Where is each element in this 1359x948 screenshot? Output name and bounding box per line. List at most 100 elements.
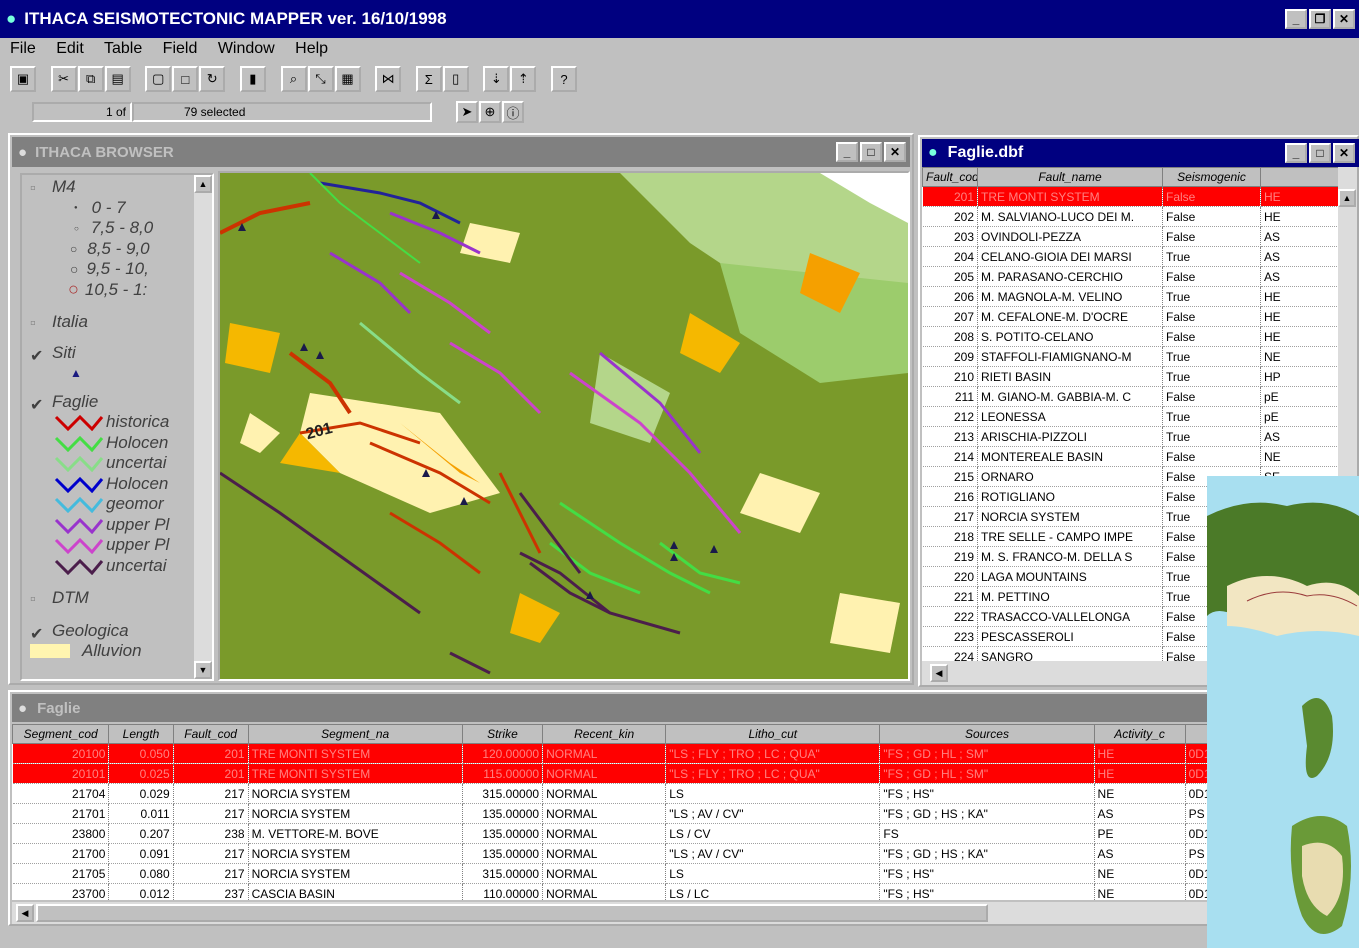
- faglie-col-header[interactable]: Activity_c: [1093, 724, 1186, 744]
- layer-italia[interactable]: ▫ Italia: [30, 312, 212, 333]
- info-icon[interactable]: ⓘ: [502, 101, 524, 123]
- dbf-row[interactable]: 204 CELANO-GIOIA DEI MARSI True AS: [922, 246, 1338, 267]
- layer-dtm[interactable]: ▫ DTM: [30, 588, 212, 609]
- join-icon[interactable]: ⋈: [375, 66, 402, 92]
- faglie-row[interactable]: 23700 0.012 237 CASCIA BASIN 110.00000 NORMAL…: [12, 883, 1218, 900]
- sort-desc-icon[interactable]: ⇡: [510, 66, 537, 92]
- faglie-col-header[interactable]: Recent_kin: [542, 724, 667, 744]
- dbf-row[interactable]: 214 MONTEREALE BASIN False NE: [922, 446, 1338, 467]
- faglie-row[interactable]: 21705 0.080 217 NORCIA SYSTEM 315.00000 NORMA…: [12, 863, 1218, 884]
- layer-checkbox-off[interactable]: ▫: [30, 315, 44, 332]
- menu-edit[interactable]: Edit: [56, 40, 84, 57]
- layer-checkbox-off[interactable]: ▫: [30, 180, 44, 197]
- faglie-col-header[interactable]: Segment_na: [247, 724, 463, 744]
- scroll-thumb[interactable]: [36, 904, 988, 922]
- scroll-up-icon[interactable]: ▲: [1338, 189, 1356, 207]
- menu-table[interactable]: Table: [104, 40, 142, 57]
- copy-icon[interactable]: ⧉: [77, 66, 104, 92]
- refresh-icon[interactable]: ↻: [199, 66, 226, 92]
- layer-checkbox-off[interactable]: ▫: [30, 591, 44, 608]
- sort-asc-icon[interactable]: ⇣: [483, 66, 510, 92]
- faglie-cell-src: "FS ; GD ; HS ; KA": [879, 803, 1095, 824]
- dbf-maximize-button[interactable]: □: [1309, 143, 1331, 163]
- faglie-col-header[interactable]: Sources: [879, 724, 1095, 744]
- checkmark-icon[interactable]: ✔: [30, 395, 44, 414]
- dbf-row[interactable]: 209 STAFFOLI-FIAMIGNANO-M True NE: [922, 346, 1338, 367]
- dbf-row[interactable]: 206 M. MAGNOLA-M. VELINO True HE: [922, 286, 1338, 307]
- dbf-row[interactable]: 210 RIETI BASIN True HP: [922, 366, 1338, 387]
- dbf-row[interactable]: 203 OVINDOLI-PEZZA False AS: [922, 226, 1338, 247]
- layer-faglie[interactable]: ✔ Faglie: [30, 392, 212, 414]
- save-icon[interactable]: ▣: [10, 66, 36, 92]
- paste-icon[interactable]: ▤: [104, 66, 131, 92]
- sum-icon[interactable]: Σ: [415, 66, 442, 92]
- faglie-col-header[interactable]: Fault_cod: [172, 724, 249, 744]
- dbf-col-header[interactable]: Seismogenic: [1162, 167, 1261, 187]
- dbf-col-header[interactable]: [1260, 167, 1338, 187]
- layer-geologica[interactable]: ✔ Geologica: [30, 621, 212, 643]
- dbf-row[interactable]: 205 M. PARASANO-CERCHIO False AS: [922, 266, 1338, 287]
- dbf-row[interactable]: 201 TRE MONTI SYSTEM False HE: [922, 186, 1338, 207]
- select-none-icon[interactable]: □: [172, 66, 199, 92]
- faglie-row[interactable]: 23800 0.207 238 M. VETTORE-M. BOVE 135.00000…: [12, 823, 1218, 844]
- faglie-cell-litho: LS / LC: [665, 883, 881, 900]
- checkmark-icon[interactable]: ✔: [30, 346, 44, 365]
- restore-button[interactable]: ❐: [1309, 9, 1331, 29]
- faglie-hscrollbar[interactable]: ◀: [12, 902, 1218, 924]
- legend-scrollbar[interactable]: ▲ ▼: [194, 175, 212, 679]
- dbf-col-header[interactable]: Fault_cod: [922, 167, 978, 187]
- dbf-row[interactable]: 202 M. SALVIANO-LUCO DEI M. False HE: [922, 206, 1338, 227]
- dbf-row[interactable]: 213 ARISCHIA-PIZZOLI True AS: [922, 426, 1338, 447]
- map-view[interactable]: 201: [218, 171, 910, 681]
- faglie-col-header[interactable]: Strike: [461, 724, 544, 744]
- dbf-minimize-button[interactable]: _: [1285, 143, 1307, 163]
- faglie-row[interactable]: 21704 0.029 217 NORCIA SYSTEM 315.00000 NORMA…: [12, 783, 1218, 804]
- pointer-icon[interactable]: ➤: [456, 101, 478, 123]
- close-button[interactable]: ✕: [1333, 9, 1355, 29]
- faglie-row[interactable]: 21701 0.011 217 NORCIA SYSTEM 135.00000 NORMA…: [12, 803, 1218, 824]
- layer-mw[interactable]: ▫ M4: [30, 177, 212, 198]
- faglie-class: upper Pl: [30, 515, 212, 536]
- dbf-cell-extra: NE: [1260, 346, 1338, 367]
- menu-field[interactable]: Field: [163, 40, 198, 57]
- dbf-row[interactable]: 208 S. POTITO-CELANO False HE: [922, 326, 1338, 347]
- menu-help[interactable]: Help: [295, 40, 328, 57]
- dbf-title-bar[interactable]: ● Faglie.dbf _ □ ✕: [922, 139, 1359, 167]
- faglie-col-header[interactable]: Length: [108, 724, 174, 744]
- dbf-col-header[interactable]: Fault_name: [977, 167, 1163, 187]
- scroll-left-icon[interactable]: ◀: [930, 664, 948, 682]
- faglie-row[interactable]: 20101 0.025 201 TRE MONTI SYSTEM 115.00000 NO…: [12, 763, 1218, 784]
- faglie-cell-src: FS: [879, 823, 1095, 844]
- query-icon[interactable]: ⤡: [307, 66, 334, 92]
- browser-maximize-button[interactable]: □: [860, 142, 882, 162]
- scroll-left-icon[interactable]: ◀: [16, 904, 34, 922]
- faglie-row[interactable]: 21700 0.091 217 NORCIA SYSTEM 135.00000 NORMA…: [12, 843, 1218, 864]
- checkmark-icon[interactable]: ✔: [30, 624, 44, 643]
- minimize-button[interactable]: _: [1285, 9, 1307, 29]
- layer-siti[interactable]: ✔ Siti: [30, 343, 212, 365]
- browser-minimize-button[interactable]: _: [836, 142, 858, 162]
- faglie-col-header[interactable]: Segment_cod: [12, 724, 110, 744]
- browser-close-button[interactable]: ✕: [884, 142, 906, 162]
- dbf-row[interactable]: 212 LEONESSA True pE: [922, 406, 1338, 427]
- menu-file[interactable]: File: [10, 40, 36, 57]
- dbf-close-button[interactable]: ✕: [1333, 143, 1355, 163]
- faglie-col-header[interactable]: Litho_cut: [665, 724, 881, 744]
- find-icon[interactable]: ⌕: [280, 66, 307, 92]
- help-icon[interactable]: ?: [551, 66, 577, 92]
- dbf-row[interactable]: 207 M. CEFALONE-M. D'OCRE False HE: [922, 306, 1338, 327]
- cut-icon[interactable]: ✂: [50, 66, 77, 92]
- faglie-title-bar[interactable]: ● Faglie: [12, 694, 1218, 722]
- dbf-row[interactable]: 211 M. GIANO-M. GABBIA-M. C False pE: [922, 386, 1338, 407]
- faglie-row[interactable]: 20100 0.050 201 TRE MONTI SYSTEM 120.00000 NO…: [12, 743, 1218, 764]
- select-all-icon[interactable]: ▢: [145, 66, 172, 92]
- chart-icon[interactable]: ▮: [239, 66, 266, 92]
- circle-icon: ○: [68, 279, 79, 300]
- scroll-up-icon[interactable]: ▲: [194, 175, 212, 193]
- table-icon[interactable]: ▦: [334, 66, 361, 92]
- menu-window[interactable]: Window: [218, 40, 275, 57]
- browser-title-bar[interactable]: ● ITHACA BROWSER _ □ ✕: [12, 137, 910, 167]
- zoom-icon[interactable]: ⊕: [479, 101, 501, 123]
- field-icon[interactable]: ▯: [442, 66, 469, 92]
- scroll-down-icon[interactable]: ▼: [194, 661, 212, 679]
